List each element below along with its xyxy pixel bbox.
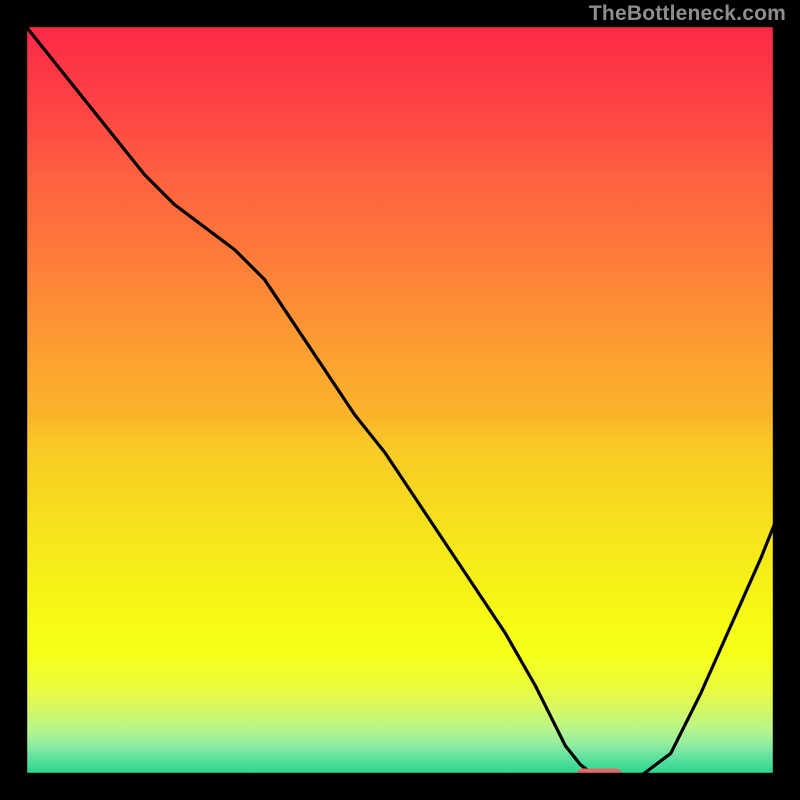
chart-plot-area <box>24 24 776 776</box>
bottleneck-curve <box>24 24 776 776</box>
watermark-text: TheBottleneck.com <box>589 2 786 26</box>
chart-curve-layer <box>24 24 776 776</box>
chart-frame <box>24 24 776 776</box>
optimal-range-marker <box>577 769 622 777</box>
